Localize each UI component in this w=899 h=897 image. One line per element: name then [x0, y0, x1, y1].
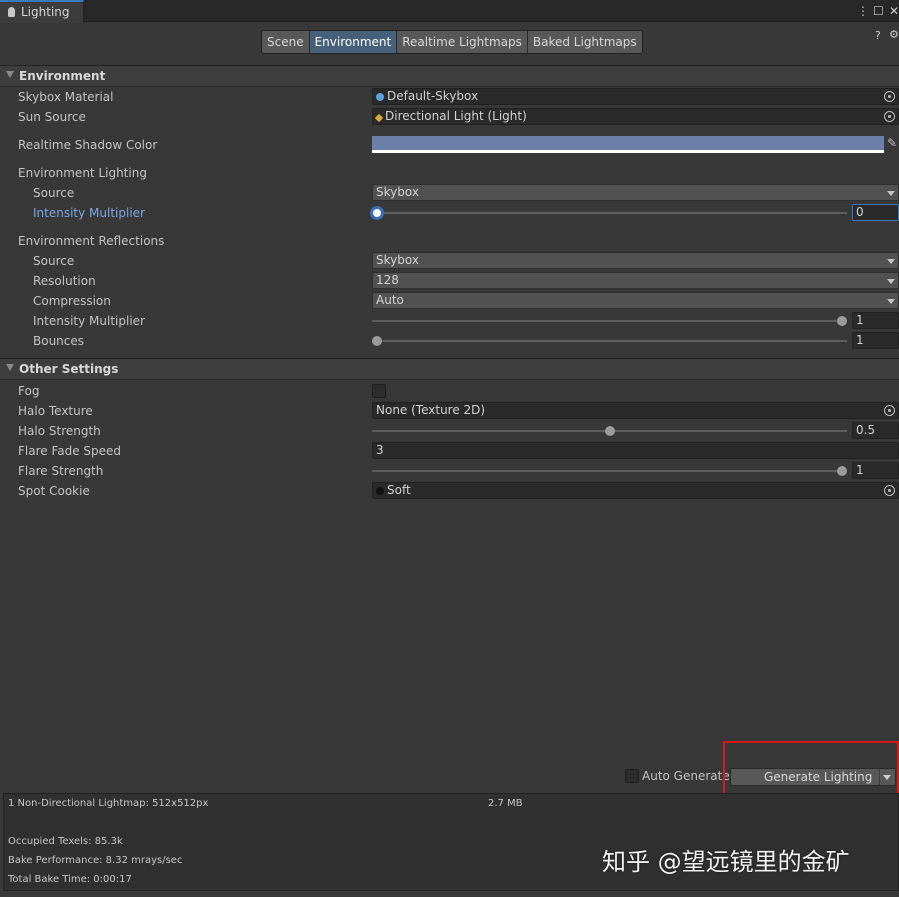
watermark: 知乎 @望远镜里的金矿 — [602, 848, 850, 876]
close-icon[interactable]: ✕ — [889, 4, 899, 18]
occupied-texels: Occupied Texels: 85.3k — [8, 836, 123, 847]
halo-strength-input[interactable]: 0.5 — [852, 422, 899, 439]
slider-knob[interactable] — [372, 336, 382, 346]
lighting-intensity-slider[interactable] — [377, 212, 847, 214]
mode-tab-group: Scene Environment Realtime Lightmaps Bak… — [261, 30, 643, 54]
reflections-intensity-input[interactable]: 1 — [852, 312, 899, 329]
settings-icon[interactable]: ⚙ — [889, 28, 899, 41]
compression-dropdown[interactable]: Auto — [372, 292, 899, 309]
flare-strength-input[interactable]: 1 — [852, 462, 899, 479]
light-icon — [374, 113, 384, 123]
spot-cookie-label: Spot Cookie — [18, 484, 90, 498]
flare-fade-speed-input[interactable]: 3 — [372, 442, 899, 459]
eyedropper-icon[interactable]: ✎ — [887, 136, 897, 150]
slider-knob[interactable] — [604, 426, 615, 436]
flare-strength-slider[interactable] — [372, 470, 847, 472]
slider-knob[interactable] — [837, 316, 847, 326]
reflections-intensity-label: Intensity Multiplier — [33, 314, 145, 328]
skybox-material-field[interactable]: Default-Skybox — [372, 88, 899, 105]
slider-knob[interactable] — [837, 466, 847, 476]
section-title: Environment — [19, 69, 106, 83]
bounces-slider[interactable] — [372, 340, 847, 342]
foldout-arrow-icon — [6, 364, 14, 371]
object-picker-icon[interactable] — [884, 111, 895, 122]
chevron-down-icon — [887, 279, 895, 284]
reflections-source-label: Source — [33, 254, 75, 268]
sun-source-label: Sun Source — [18, 110, 86, 124]
flare-fade-speed-label: Flare Fade Speed — [18, 444, 122, 458]
lightmap-size: 2.7 MB — [488, 798, 523, 809]
object-picker-icon[interactable] — [884, 91, 895, 102]
slider-knob[interactable] — [370, 206, 384, 220]
bounces-label: Bounces — [33, 334, 85, 348]
lighting-intensity-input[interactable]: 0 — [852, 204, 899, 221]
halo-texture-field[interactable]: None (Texture 2D) — [372, 402, 899, 419]
reflections-source-value: Skybox — [376, 253, 419, 267]
chevron-down-icon — [887, 259, 895, 264]
flare-strength-label: Flare Strength — [18, 464, 104, 478]
spot-cookie-value: Soft — [387, 483, 411, 497]
texture-icon — [376, 487, 384, 495]
fog-label: Fog — [18, 384, 40, 398]
chevron-down-icon — [887, 191, 895, 196]
environment-reflections-label: Environment Reflections — [18, 234, 165, 248]
highlight-annotation — [723, 741, 899, 798]
sun-source-value: Directional Light (Light) — [385, 109, 527, 123]
window-title: Lighting — [21, 5, 70, 19]
bake-performance: Bake Performance: 8.32 mrays/sec — [8, 855, 183, 866]
fog-checkbox[interactable] — [372, 384, 386, 398]
section-title: Other Settings — [19, 362, 119, 376]
lightmap-info: 1 Non-Directional Lightmap: 512x512px — [8, 798, 209, 809]
resolution-dropdown[interactable]: 128 — [372, 272, 899, 289]
lighting-source-value: Skybox — [376, 185, 419, 199]
resolution-value: 128 — [376, 273, 399, 287]
lighting-source-label: Source — [33, 186, 75, 200]
spot-cookie-field[interactable]: Soft — [372, 482, 899, 499]
skybox-material-label: Skybox Material — [18, 90, 114, 104]
halo-strength-label: Halo Strength — [18, 424, 101, 438]
realtime-shadow-color-label: Realtime Shadow Color — [18, 138, 158, 152]
reflections-source-dropdown[interactable]: Skybox — [372, 252, 899, 269]
total-bake-time: Total Bake Time: 0:00:17 — [8, 874, 132, 885]
section-other-settings[interactable]: Other Settings — [0, 358, 899, 380]
tab-scene[interactable]: Scene — [262, 31, 310, 53]
window-tab-lighting[interactable]: Lighting — [0, 0, 84, 23]
lighting-source-dropdown[interactable]: Skybox — [372, 184, 899, 201]
compression-label: Compression — [33, 294, 111, 308]
tab-environment[interactable]: Environment — [309, 31, 398, 53]
tab-baked-lightmaps[interactable]: Baked Lightmaps — [527, 31, 642, 53]
halo-texture-label: Halo Texture — [18, 404, 93, 418]
auto-generate-checkbox[interactable] — [625, 769, 639, 783]
object-picker-icon[interactable] — [884, 485, 895, 496]
kebab-menu-icon[interactable]: ⋮ — [857, 4, 869, 18]
reflections-intensity-slider[interactable] — [372, 320, 847, 322]
compression-value: Auto — [376, 293, 404, 307]
skybox-material-value: Default-Skybox — [387, 89, 479, 103]
shadow-color-swatch[interactable] — [372, 136, 884, 153]
auto-generate-label: Auto Generate — [642, 769, 730, 783]
material-icon — [376, 93, 384, 101]
sun-source-field[interactable]: Directional Light (Light) — [372, 108, 899, 125]
lightbulb-icon — [8, 7, 15, 17]
halo-texture-value: None (Texture 2D) — [376, 403, 486, 417]
maximize-icon[interactable]: ☐ — [873, 4, 884, 18]
chevron-down-icon — [887, 299, 895, 304]
section-environment[interactable]: Environment — [0, 65, 899, 87]
tab-realtime-lightmaps[interactable]: Realtime Lightmaps — [397, 31, 528, 53]
resolution-label: Resolution — [33, 274, 96, 288]
foldout-arrow-icon — [6, 71, 14, 78]
help-icon[interactable]: ? — [875, 29, 881, 42]
lighting-intensity-label: Intensity Multiplier — [33, 206, 145, 220]
object-picker-icon[interactable] — [884, 405, 895, 416]
window-tab-bar — [0, 0, 899, 22]
bounces-input[interactable]: 1 — [852, 332, 899, 349]
environment-lighting-label: Environment Lighting — [18, 166, 147, 180]
